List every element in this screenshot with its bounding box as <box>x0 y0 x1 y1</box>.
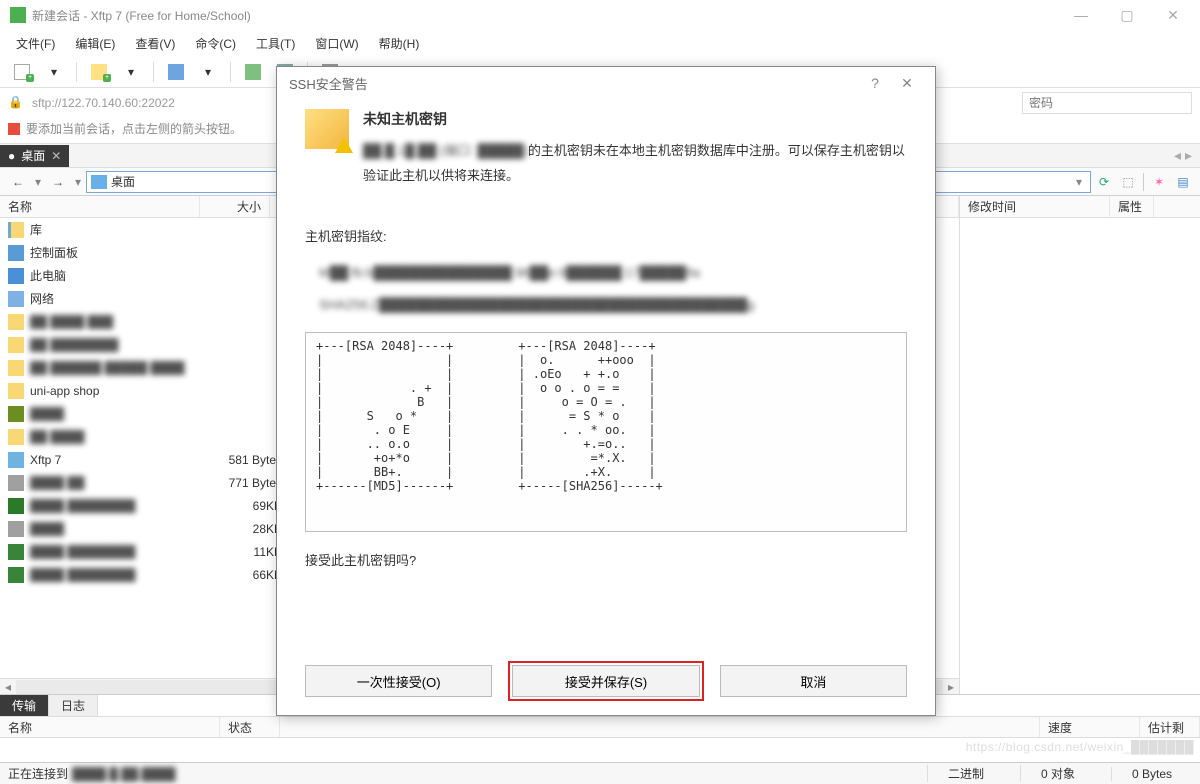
accept-save-button[interactable]: 接受并保存(S) <box>512 665 699 697</box>
ascii-art-box: +---[RSA 2048]----+ +---[RSA 2048]----+ … <box>305 332 907 532</box>
dialog-question: 接受此主机密钥吗? <box>305 550 907 569</box>
dialog-title: SSH安全警告 <box>289 74 368 93</box>
dialog-overlay: SSH安全警告 ? ✕ 未知主机密钥 ██.█.1█.██ (端口: █████… <box>0 0 1200 784</box>
sha256-fingerprint: SHA256:Z████████████████████████████████… <box>319 289 907 320</box>
fingerprint-values: M██:fb:b███████████████:98██e:9██████:17… <box>305 257 907 319</box>
dialog-message: ██.█.1█.██ (端口: █████)的主机密钥未在本地主机密钥数据库中注… <box>363 139 907 188</box>
md5-fingerprint: M██:fb:b███████████████:98██e:9██████:17… <box>319 257 907 288</box>
fingerprint-label: 主机密钥指纹: <box>305 226 907 245</box>
accept-once-button[interactable]: 一次性接受(O) <box>305 665 492 697</box>
dialog-buttons: 一次性接受(O) 接受并保存(S) 取消 <box>277 647 935 715</box>
dialog-titlebar: SSH安全警告 ? ✕ <box>277 67 935 99</box>
key-warning-icon <box>305 109 349 149</box>
dialog-heading: 未知主机密钥 <box>363 109 907 129</box>
cancel-button[interactable]: 取消 <box>720 665 907 697</box>
dialog-close-button[interactable]: ✕ <box>891 75 923 92</box>
dialog-help-button[interactable]: ? <box>859 75 891 91</box>
ssh-warning-dialog: SSH安全警告 ? ✕ 未知主机密钥 ██.█.1█.██ (端口: █████… <box>276 66 936 716</box>
